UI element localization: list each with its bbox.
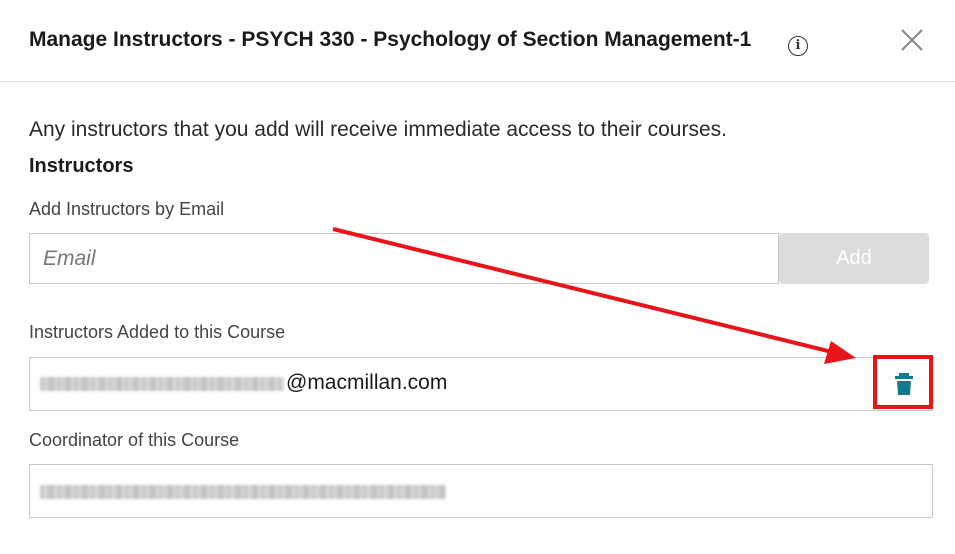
trash-icon[interactable] [893,372,915,396]
instructor-row: @macmillan.com [29,357,933,411]
email-input[interactable] [29,233,779,284]
close-icon[interactable] [900,28,924,52]
instructor-email-domain: @macmillan.com [286,371,448,394]
intro-text: Any instructors that you add will receiv… [29,118,727,141]
manage-instructors-dialog: Manage Instructors - PSYCH 330 - Psychol… [0,0,955,554]
dialog-header: Manage Instructors - PSYCH 330 - Psychol… [0,0,955,82]
redacted-email-local-part [40,377,284,391]
info-icon[interactable]: i [788,36,808,56]
dialog-title: Manage Instructors - PSYCH 330 - Psychol… [29,28,752,51]
redacted-coordinator-email [40,485,446,499]
coordinator-label: Coordinator of this Course [29,430,240,450]
instructors-added-label: Instructors Added to this Course [29,322,286,342]
coordinator-row [29,464,933,518]
add-button[interactable]: Add [779,233,929,284]
add-instructors-label: Add Instructors by Email [29,199,225,219]
instructors-heading: Instructors [29,155,134,177]
